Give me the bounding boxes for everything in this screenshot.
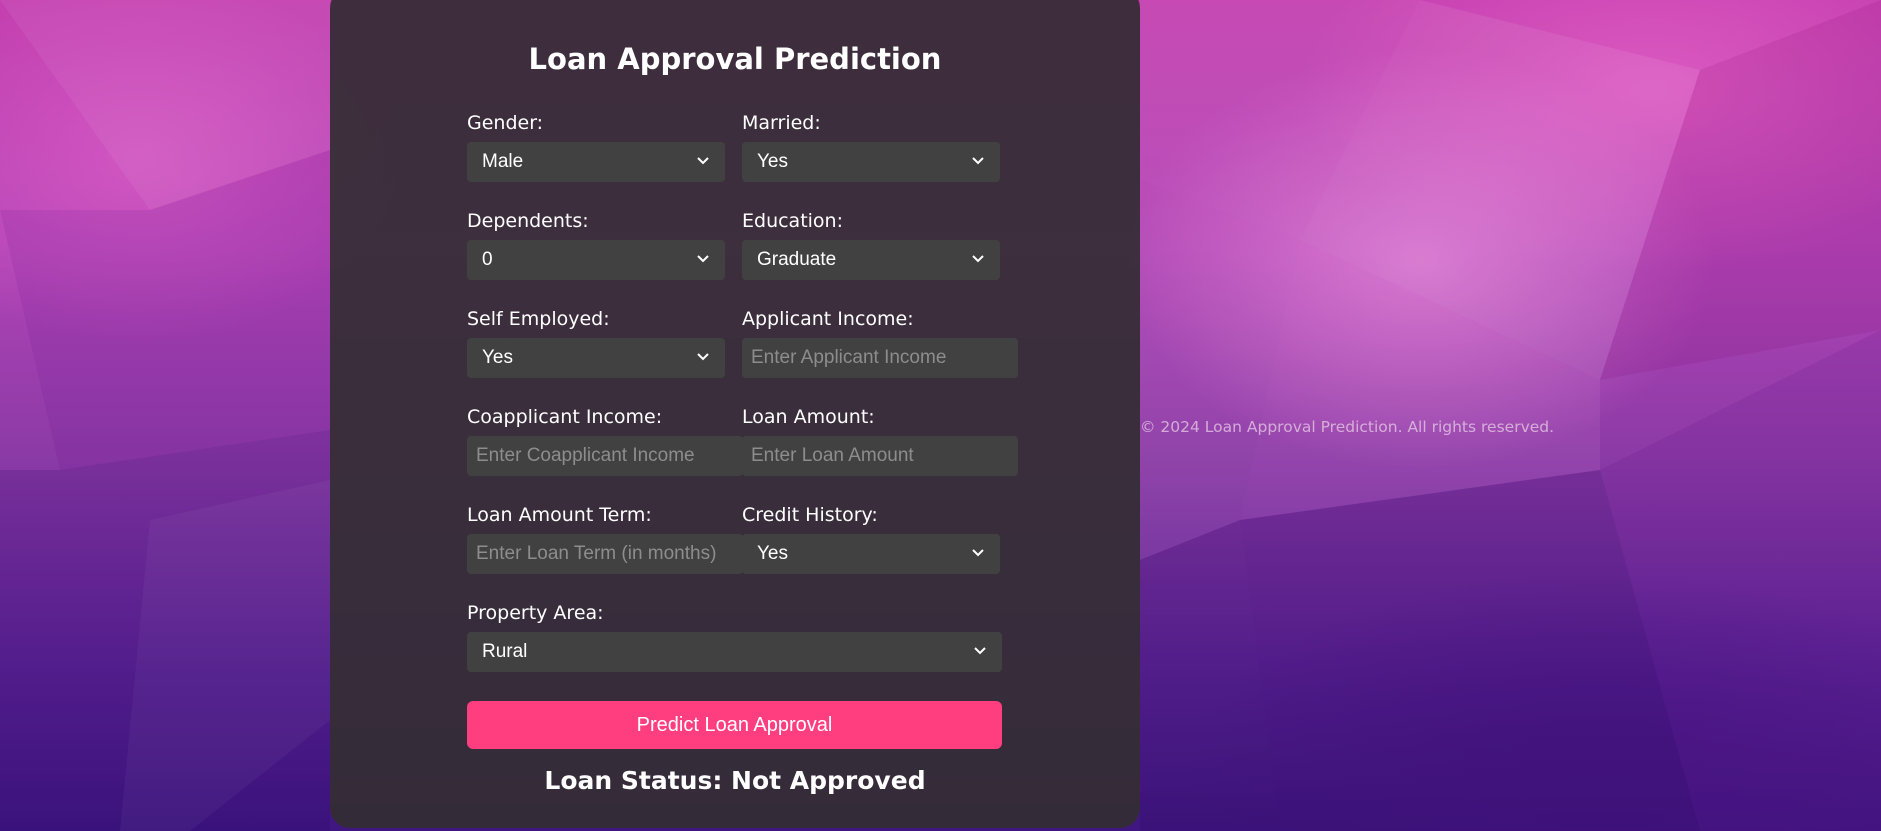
loan-amount-field: Loan Amount: Enter Loan Amount xyxy=(742,404,1018,476)
dependents-field: Dependents: 0 xyxy=(467,208,725,280)
loan-amount-term-input[interactable]: Enter Loan Term (in months) xyxy=(467,534,743,574)
gender-label: Gender: xyxy=(467,112,544,134)
loan-amount-label: Loan Amount: xyxy=(742,406,875,428)
dependents-select[interactable]: 0 xyxy=(467,240,725,280)
dependents-label: Dependents: xyxy=(467,210,589,232)
applicant-income-input[interactable]: Enter Applicant Income xyxy=(742,338,1018,378)
self-employed-label: Self Employed: xyxy=(467,308,610,330)
applicant-income-label: Applicant Income: xyxy=(742,308,914,330)
page-title: Loan Approval Prediction xyxy=(528,42,942,76)
chevron-down-icon xyxy=(697,157,709,165)
chevron-down-icon xyxy=(972,157,984,165)
coapplicant-income-label: Coapplicant Income: xyxy=(467,406,663,428)
self-employed-field: Self Employed: Yes xyxy=(467,306,725,378)
credit-history-value: Yes xyxy=(757,543,788,564)
coapplicant-income-input[interactable]: Enter Coapplicant Income xyxy=(467,436,743,476)
education-field: Education: Graduate xyxy=(742,208,1000,280)
dependents-value: 0 xyxy=(482,249,493,270)
married-label: Married: xyxy=(742,112,821,134)
credit-history-select[interactable]: Yes xyxy=(742,534,1000,574)
loan-amount-term-field: Loan Amount Term: Enter Loan Term (in mo… xyxy=(467,502,743,574)
applicant-income-field: Applicant Income: Enter Applicant Income xyxy=(742,306,1018,378)
self-employed-select[interactable]: Yes xyxy=(467,338,725,378)
education-value: Graduate xyxy=(757,249,837,270)
predict-loan-approval-button[interactable]: Predict Loan Approval xyxy=(467,701,1002,749)
loan-amount-input[interactable]: Enter Loan Amount xyxy=(742,436,1018,476)
chevron-down-icon xyxy=(972,549,984,557)
education-label: Education: xyxy=(742,210,843,232)
property-area-select[interactable]: Rural xyxy=(467,632,1002,672)
gender-select[interactable]: Male xyxy=(467,142,725,182)
gender-field: Gender: Male xyxy=(467,110,725,182)
married-value: Yes xyxy=(757,151,788,172)
married-field: Married: Yes xyxy=(742,110,1000,182)
coapplicant-income-field: Coapplicant Income: Enter Coapplicant In… xyxy=(467,404,743,476)
chevron-down-icon xyxy=(972,255,984,263)
loan-form-card: Loan Approval Prediction Gender: Male Ma… xyxy=(330,0,1140,828)
married-select[interactable]: Yes xyxy=(742,142,1000,182)
credit-history-field: Credit History: Yes xyxy=(742,502,1000,574)
education-select[interactable]: Graduate xyxy=(742,240,1000,280)
gender-value: Male xyxy=(482,151,524,172)
self-employed-value: Yes xyxy=(482,347,513,368)
footer-copyright: © 2024 Loan Approval Prediction. All rig… xyxy=(1140,418,1555,436)
chevron-down-icon xyxy=(974,647,986,655)
property-area-field: Property Area: Rural xyxy=(467,600,1002,672)
property-area-label: Property Area: xyxy=(467,602,604,624)
property-area-value: Rural xyxy=(482,641,528,662)
loan-status-result: Loan Status: Not Approved xyxy=(544,766,926,795)
chevron-down-icon xyxy=(697,255,709,263)
loan-amount-term-label: Loan Amount Term: xyxy=(467,504,652,526)
credit-history-label: Credit History: xyxy=(742,504,878,526)
chevron-down-icon xyxy=(697,353,709,361)
